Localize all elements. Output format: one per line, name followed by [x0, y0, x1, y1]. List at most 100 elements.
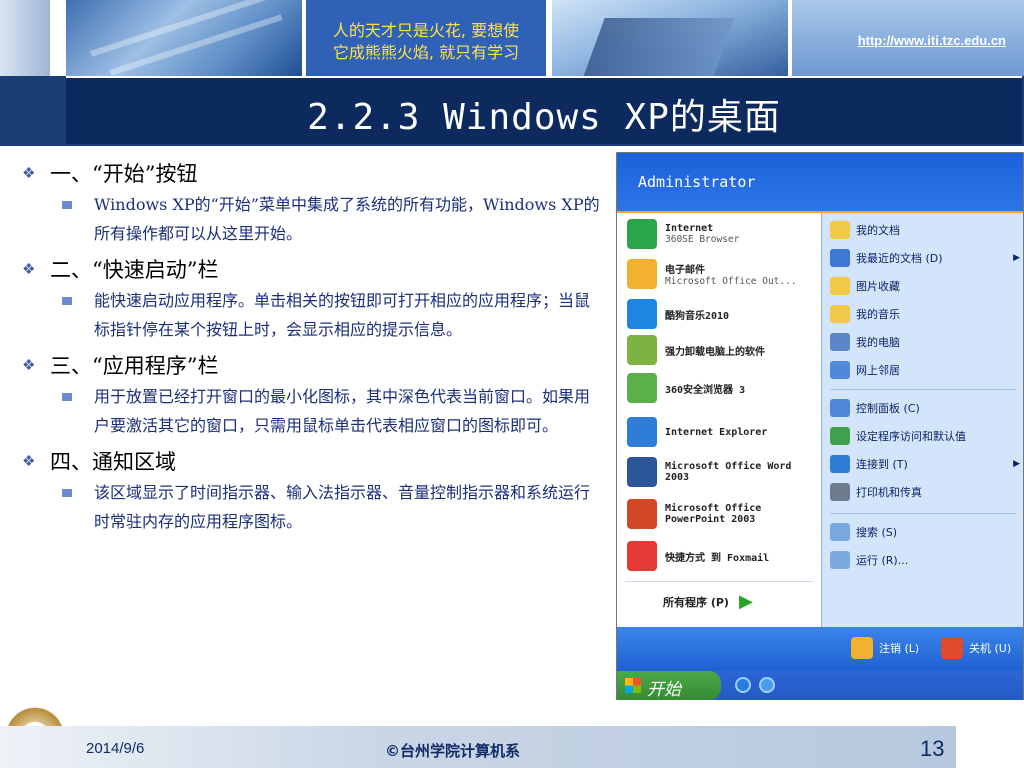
heading-text: 二、“快速启动”栏 [50, 258, 219, 282]
uninstall-icon [627, 335, 657, 365]
banner-photo-keyboard [66, 0, 302, 76]
place-item[interactable]: 打印机和传真 [830, 483, 1020, 501]
program-item[interactable]: Internet 360SE Browser [627, 219, 739, 249]
place-label: 我的音乐 [856, 308, 900, 321]
browser-quicklaunch-icon[interactable] [759, 677, 775, 693]
start-menu-bottom-bar: 注销 (L) 关机 (U) [617, 627, 1023, 671]
place-label: 我的电脑 [856, 336, 900, 349]
place-item[interactable]: 图片收藏 [830, 277, 1020, 295]
banner-url-tile: http://www.iti.tzc.edu.cn [792, 0, 1024, 76]
logoff-button[interactable]: 注销 (L) [851, 637, 919, 659]
my-computer-icon [830, 333, 850, 351]
title-box: 2.2.3 Windows XP的桌面 [66, 76, 1022, 144]
place-item[interactable]: 我最近的文档 (D) ▶ [830, 249, 1020, 267]
section-heading: ❖ 三、“应用程序”栏 [22, 348, 602, 382]
section-heading: ❖ 二、“快速启动”栏 [22, 252, 602, 286]
power-icon [941, 637, 963, 659]
site-url-link[interactable]: http://www.iti.tzc.edu.cn [858, 33, 1006, 48]
program-name: 强力卸载电脑上的软件 [665, 346, 765, 358]
search-icon [830, 523, 850, 541]
program-text: 强力卸载电脑上的软件 [665, 343, 765, 358]
place-label: 我最近的文档 (D) [856, 252, 943, 265]
program-item[interactable]: 电子邮件 Microsoft Office Out... [627, 259, 797, 289]
diamond-bullet-icon: ❖ [22, 356, 36, 374]
divider [830, 513, 1016, 514]
program-item[interactable]: 强力卸载电脑上的软件 [627, 335, 765, 365]
heading-text: 三、“应用程序”栏 [50, 354, 219, 378]
motto-line-1: 人的天才只是火花, 要想使 [332, 21, 520, 40]
section-body: Windows XP的“开始”菜单中集成了系统的所有功能，Windows XP的… [62, 190, 602, 248]
divider [625, 581, 813, 582]
run-icon [830, 551, 850, 569]
diamond-bullet-icon: ❖ [22, 452, 36, 470]
place-item[interactable]: 网上邻居 [830, 361, 1020, 379]
network-icon [830, 361, 850, 379]
body-text: 能快速启动应用程序。单击相关的按钮即可打开相应的应用程序；当鼠标指针停在某个按钮… [94, 291, 591, 339]
my-pictures-icon [830, 277, 850, 295]
footer-date: 2014/9/6 [86, 740, 145, 757]
outlook-icon [627, 259, 657, 289]
heading-text: 四、通知区域 [50, 450, 176, 474]
all-programs-label: 所有程序 (P) [663, 595, 729, 609]
start-menu-programs: Internet 360SE Browser 电子邮件 Microsoft Offic… [617, 211, 821, 627]
start-menu-user-bar: Administrator [617, 153, 1023, 211]
360-browser-icon [627, 373, 657, 403]
place-item[interactable]: 我的音乐 [830, 305, 1020, 323]
place-item[interactable]: 控制面板 (C) [830, 399, 1020, 417]
start-label: 开始 [647, 680, 681, 700]
diamond-bullet-icon: ❖ [22, 164, 36, 182]
program-item[interactable]: 酷狗音乐2010 [627, 299, 729, 329]
ie-icon [627, 417, 657, 447]
program-name: 360安全浏览器 3 [665, 384, 746, 396]
logoff-label: 注销 (L) [879, 642, 920, 655]
start-button[interactable]: 开始 [617, 671, 721, 700]
program-text: 酷狗音乐2010 [665, 307, 729, 322]
footer-bar: 2014/9/6 ©台州学院计算机系 13 [0, 726, 956, 768]
section-body: 能快速启动应用程序。单击相关的按钮即可打开相应的应用程序；当鼠标指针停在某个按钮… [62, 286, 602, 344]
banner-photo-building [552, 0, 788, 76]
green-arrow-icon: ▶ [738, 591, 753, 612]
program-item[interactable]: Microsoft Office PowerPoint 2003 [627, 499, 821, 529]
shutdown-label: 关机 (U) [969, 642, 1012, 655]
page-number: 13 [920, 736, 945, 761]
start-menu-places: 我的文档 我最近的文档 (D) ▶ 图片收藏 我的音乐 我的电脑 网上邻居 控制面板 (C) 设… [821, 211, 1023, 627]
program-name: Microsoft Office PowerPoint 2003 [665, 503, 762, 525]
place-item[interactable]: 我的文档 [830, 221, 1020, 239]
program-subtitle: Microsoft Office Out... [665, 276, 797, 287]
program-text: Internet Explorer [665, 427, 767, 438]
control-panel-icon [830, 399, 850, 417]
place-item[interactable]: 连接到 (T) ▶ [830, 455, 1020, 473]
program-item[interactable]: 360安全浏览器 3 [627, 373, 745, 403]
program-item[interactable]: Microsoft Office Word 2003 [627, 457, 821, 487]
square-bullet-icon [62, 297, 72, 305]
all-programs-button[interactable]: 所有程序 (P) ▶ [663, 591, 753, 612]
program-item[interactable]: Internet Explorer [627, 417, 767, 447]
square-bullet-icon [62, 393, 72, 401]
program-name: Microsoft Office Word 2003 [665, 461, 792, 483]
connect-icon [830, 455, 850, 473]
program-item[interactable]: 快捷方式 到 Foxmail [627, 541, 769, 571]
square-bullet-icon [62, 201, 72, 209]
windows-flag-icon [625, 678, 641, 693]
ie-quicklaunch-icon[interactable] [735, 677, 751, 693]
place-item[interactable]: 设定程序访问和默认值 [830, 427, 1020, 445]
place-item[interactable]: 我的电脑 [830, 333, 1020, 351]
motto-line-2: 它成熊熊火焰, 就只有学习 [332, 43, 520, 62]
submenu-arrow-icon: ▶ [1013, 459, 1020, 469]
program-name: Internet Explorer [665, 426, 768, 438]
shutdown-button[interactable]: 关机 (U) [941, 637, 1011, 659]
slide-title: 2.2.3 Windows XP的桌面 [307, 97, 781, 138]
place-label: 搜索 (S) [856, 526, 898, 539]
place-label: 运行 (R)... [856, 554, 909, 567]
place-item[interactable]: 搜索 (S) [830, 523, 1020, 541]
program-subtitle: 360SE Browser [665, 234, 740, 245]
banner-tile-1 [0, 0, 50, 76]
program-name: Internet [665, 223, 714, 234]
place-item[interactable]: 运行 (R)... [830, 551, 1020, 569]
place-label: 连接到 (T) [856, 458, 908, 471]
program-name: 快捷方式 到 Foxmail [665, 552, 770, 564]
place-label: 打印机和传真 [856, 486, 922, 499]
logoff-icon [851, 637, 873, 659]
program-name: 电子邮件 [665, 265, 705, 276]
kugou-icon [627, 299, 657, 329]
